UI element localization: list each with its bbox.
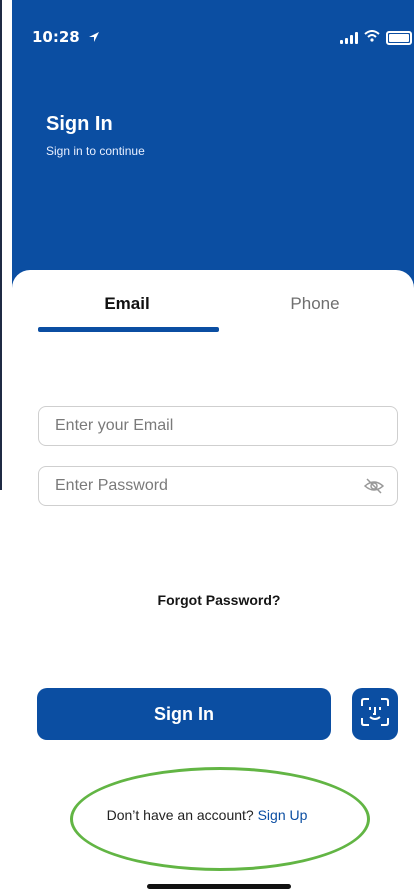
- password-placeholder: Enter Password: [55, 477, 168, 494]
- email-placeholder: Enter your Email: [55, 417, 174, 434]
- status-bar: 10:28: [32, 28, 414, 48]
- sign-up-link[interactable]: Sign Up: [258, 807, 308, 823]
- page-subtitle: Sign in to continue: [46, 144, 145, 158]
- password-field[interactable]: Enter Password: [38, 466, 398, 506]
- battery-icon: [386, 31, 412, 45]
- page-title: Sign In: [46, 113, 113, 135]
- left-frame-border: [0, 0, 2, 490]
- hide-password-icon[interactable]: [363, 477, 385, 495]
- status-icons: [340, 29, 412, 47]
- sign-in-button-label: Sign In: [154, 703, 214, 724]
- tab-phone[interactable]: Phone: [225, 294, 405, 326]
- tab-email[interactable]: Email: [37, 294, 217, 326]
- face-id-button[interactable]: [352, 688, 398, 740]
- header: 10:28 Sign In Sign in to continue: [12, 0, 414, 300]
- signup-prompt: Don’t have an account? Sign Up: [0, 807, 414, 823]
- signal-icon: [340, 32, 358, 44]
- signup-prompt-text: Don’t have an account?: [106, 807, 254, 823]
- sign-in-button[interactable]: Sign In: [37, 688, 331, 740]
- tab-active-indicator: [38, 327, 219, 332]
- wifi-icon: [364, 29, 380, 47]
- status-time: 10:28: [32, 28, 99, 46]
- location-icon: [88, 28, 99, 46]
- forgot-password-link[interactable]: Forgot Password?: [12, 592, 414, 608]
- status-time-text: 10:28: [32, 28, 80, 46]
- home-indicator: [147, 884, 291, 889]
- email-field[interactable]: Enter your Email: [38, 406, 398, 446]
- face-id-icon: [359, 696, 391, 733]
